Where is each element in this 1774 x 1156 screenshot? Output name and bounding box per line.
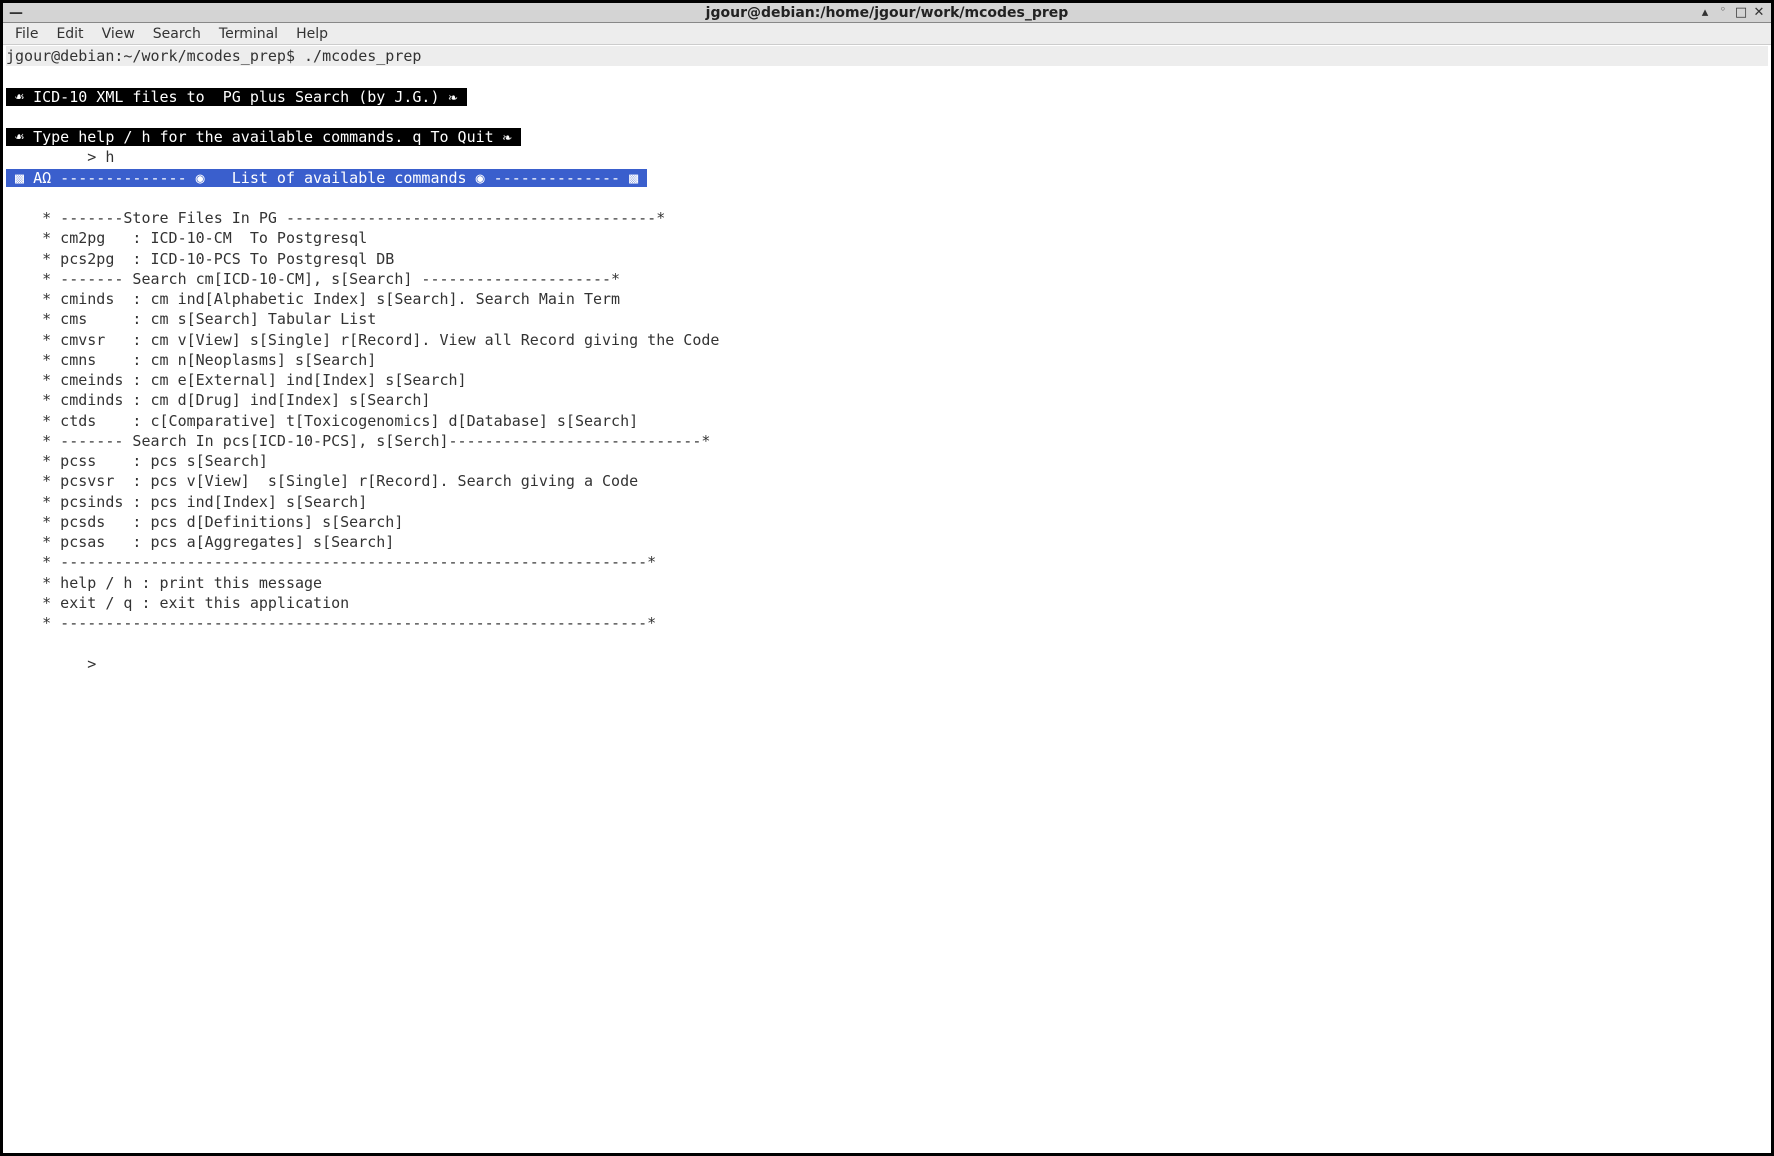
help-line: * cms : cm s[Search] Tabular List <box>6 309 1768 329</box>
help-line: * help / h : print this message <box>6 573 1768 593</box>
help-line: * pcss : pcs s[Search] <box>6 451 1768 471</box>
menu-view[interactable]: View <box>94 25 143 43</box>
help-banner-text: ☙ Type help / h for the available comman… <box>6 128 521 146</box>
list-header-text: ▩ ΑΩ -------------- ◉ List of available … <box>6 169 647 187</box>
help-line: * -------Store Files In PG -------------… <box>6 208 1768 228</box>
help-line: * --------------------------------------… <box>6 552 1768 572</box>
menu-file[interactable]: File <box>7 25 46 43</box>
window-controls: ▴ ◦ □ ✕ <box>1697 5 1767 20</box>
blank-line <box>6 107 1768 127</box>
help-line: * pcsinds : pcs ind[Index] s[Search] <box>6 492 1768 512</box>
help-line: * cmvsr : cm v[View] s[Single] r[Record]… <box>6 330 1768 350</box>
help-line: * ------- Search cm[ICD-10-CM], s[Search… <box>6 269 1768 289</box>
list-header-line: ▩ ΑΩ -------------- ◉ List of available … <box>6 168 1768 188</box>
menu-terminal[interactable]: Terminal <box>211 25 286 43</box>
help-line: * pcsvsr : pcs v[View] s[Single] r[Recor… <box>6 471 1768 491</box>
help-line: * pcsas : pcs a[Aggregates] s[Search] <box>6 532 1768 552</box>
help-line: * pcsds : pcs d[Definitions] s[Search] <box>6 512 1768 532</box>
help-line: * --------------------------------------… <box>6 613 1768 633</box>
window-frame: — jgour@debian:/home/jgour/work/mcodes_p… <box>0 0 1774 1156</box>
help-line: * ------- Search In pcs[ICD-10-PCS], s[S… <box>6 431 1768 451</box>
cursor-prompt-line[interactable]: > <box>6 654 1768 674</box>
title-bar[interactable]: — jgour@debian:/home/jgour/work/mcodes_p… <box>3 3 1771 23</box>
help-line: * cminds : cm ind[Alphabetic Index] s[Se… <box>6 289 1768 309</box>
help-line: * ctds : c[Comparative] t[Toxicogenomics… <box>6 411 1768 431</box>
menu-edit[interactable]: Edit <box>48 25 91 43</box>
window-title: jgour@debian:/home/jgour/work/mcodes_pre… <box>3 5 1771 21</box>
close-icon[interactable]: ✕ <box>1751 5 1767 20</box>
help-line: * cm2pg : ICD-10-CM To Postgresql <box>6 228 1768 248</box>
minimize-icon[interactable]: ▴ <box>1697 5 1713 20</box>
menu-search[interactable]: Search <box>145 25 209 43</box>
restore-icon[interactable]: ◦ <box>1715 5 1731 20</box>
help-line <box>6 633 1768 653</box>
terminal-viewport[interactable]: jgour@debian:~/work/mcodes_prep$ ./mcode… <box>3 45 1771 1153</box>
menu-help[interactable]: Help <box>288 25 336 43</box>
help-line: * pcs2pg : ICD-10-PCS To Postgresql DB <box>6 249 1768 269</box>
help-line: * cmns : cm n[Neoplasms] s[Search] <box>6 350 1768 370</box>
shell-prompt-line: jgour@debian:~/work/mcodes_prep$ ./mcode… <box>6 46 1768 66</box>
help-line <box>6 188 1768 208</box>
banner-line: ☙ ICD-10 XML files to PG plus Search (by… <box>6 87 1768 107</box>
help-line: * exit / q : exit this application <box>6 593 1768 613</box>
menu-bar: File Edit View Search Terminal Help <box>3 23 1771 45</box>
help-line: * cmeinds : cm e[External] ind[Index] s[… <box>6 370 1768 390</box>
window-menu-icon[interactable]: — <box>9 5 23 21</box>
banner-text: ☙ ICD-10 XML files to PG plus Search (by… <box>6 88 467 106</box>
help-line: * cmdinds : cm d[Drug] ind[Index] s[Sear… <box>6 390 1768 410</box>
help-banner-line: ☙ Type help / h for the available comman… <box>6 127 1768 147</box>
input-prompt-line: > h <box>6 147 1768 167</box>
blank-line <box>6 66 1768 86</box>
maximize-icon[interactable]: □ <box>1733 5 1749 20</box>
